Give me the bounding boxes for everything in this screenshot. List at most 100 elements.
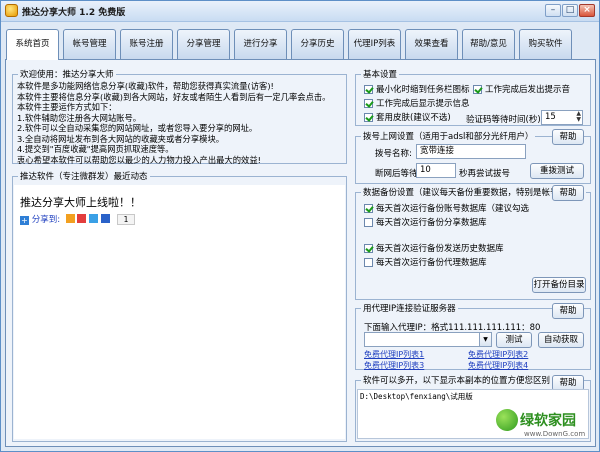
proxy-auto-button[interactable]: 自动获取 — [538, 332, 584, 348]
welcome-line: 本软件主要将信息分享(收藏)到各大网站，好友或者陌生人看到后有一定几率会点击。 — [17, 91, 331, 102]
tab-help[interactable]: 帮助/意见 — [462, 29, 515, 59]
app-icon — [5, 4, 18, 17]
welcome-line: 本软件主要运作方式如下： — [17, 102, 117, 112]
watermark-brand: 绿软家园 — [520, 413, 576, 429]
opt-label: 套用皮肤(建议不选) — [376, 113, 451, 123]
wait-suffix: 秒再尝试拔号 — [459, 169, 511, 179]
tab-account-manage[interactable]: 帐号管理 — [63, 29, 116, 59]
proxy-link-2[interactable]: 免费代理IP列表2 — [468, 349, 528, 360]
title-bar[interactable]: 推达分享大师 1.2 免费版 – □ × — [1, 1, 599, 22]
tab-share-manage[interactable]: 分享管理 — [177, 29, 230, 59]
proxy-title: 用代理IP连接验证服务器 — [361, 302, 458, 314]
renren-icon[interactable] — [100, 214, 110, 223]
leaf-logo-icon — [496, 409, 518, 431]
redial-test-button[interactable]: 重拨测试 — [530, 163, 584, 179]
backup-group: 数据备份设置（建议每天备份重要数据，特别是帐号数据） 帮助 每天首次运行备份账号… — [355, 185, 591, 300]
proxy-link-4[interactable]: 免费代理IP列表4 — [468, 360, 528, 371]
welcome-line: 本软件是多功能网络信息分享(收藏)软件，帮助您获得真实流量(访客)! — [17, 81, 274, 91]
welcome-line: 3.全自动将网址发布到各大网站的收藏夹或者分享模块。 — [17, 133, 225, 144]
news-headline: 推达分享大师上线啦！！ — [20, 196, 141, 209]
dial-name-label: 拨号名称: — [375, 149, 412, 159]
checkbox-icon[interactable] — [364, 99, 373, 108]
backup-proxies[interactable]: 每天首次运行备份代理数据库 — [364, 258, 487, 268]
opt-label: 工作完成后显示提示信息 — [376, 99, 470, 109]
proxy-input[interactable]: ▼ — [364, 332, 492, 347]
spinner-value: 15 — [545, 112, 556, 122]
checkbox-icon[interactable] — [364, 218, 373, 227]
proxy-link-1[interactable]: 免费代理IP列表1 — [364, 349, 424, 360]
opt-label: 每天首次运行备份分享数据库 — [376, 218, 487, 228]
share-plus-icon[interactable]: + — [20, 216, 29, 225]
opt-label: 工作完成后发出提示音 — [485, 85, 571, 95]
opt-label: 最小化时缩到任务栏图标 — [376, 85, 470, 95]
wait-label: 断网后等待 — [375, 169, 418, 179]
home-panel: 欢迎使用：推达分享大师 本软件是多功能网络信息分享(收藏)软件，帮助您获得真实流… — [5, 59, 596, 447]
backup-help-button[interactable]: 帮助 — [552, 185, 584, 201]
share-count: 1 — [116, 214, 136, 225]
main-tabs: 系统首页 帐号管理 账号注册 分享管理 进行分享 分享历史 代理IP列表 效果查… — [5, 29, 597, 60]
window-title: 推达分享大师 1.2 免费版 — [22, 8, 126, 18]
news-content: 推达分享大师上线啦！！ + 分享到: 1 — [14, 185, 345, 439]
tencent-weibo-icon[interactable] — [89, 214, 99, 223]
checkbox-icon[interactable] — [364, 85, 373, 94]
wait-seconds-input[interactable]: 10 — [416, 163, 456, 178]
welcome-line: 1.软件辅助您注册各大网站账号。 — [17, 112, 142, 123]
path-title: 软件可以多开，以下显示本副本的位置方便您区别 — [361, 374, 553, 386]
news-title: 推达软件（专注微群发）最近动态 — [18, 170, 150, 182]
dropdown-arrow-icon[interactable]: ▼ — [479, 333, 491, 346]
opt-minimize-tray[interactable]: 最小化时缩到任务栏图标 — [364, 85, 470, 95]
backup-shares[interactable]: 每天首次运行备份分享数据库 — [364, 218, 487, 228]
watermark-url: www.DownG.com — [524, 430, 586, 438]
tab-home[interactable]: 系统首页 — [6, 29, 59, 60]
share-label[interactable]: 分享到: — [32, 215, 60, 225]
checkbox-icon[interactable] — [364, 258, 373, 267]
welcome-line: 2.软件可以全自动采集您的网站网址，或者您导入要分享的网址。 — [17, 123, 258, 133]
proxy-link-3[interactable]: 免费代理IP列表3 — [364, 360, 424, 371]
welcome-title: 欢迎使用：推达分享大师 — [18, 68, 116, 80]
minimize-button[interactable]: – — [545, 4, 561, 17]
basic-settings-group: 基本设置 最小化时缩到任务栏图标 工作完成后发出提示音 工作完成后显示提示信息 … — [355, 68, 591, 126]
backup-accounts[interactable]: 每天首次运行备份账号数据库（建议勾选 — [364, 204, 529, 214]
open-backup-folder-button[interactable]: 打开备份目录 — [532, 277, 586, 293]
welcome-group: 欢迎使用：推达分享大师 本软件是多功能网络信息分享(收藏)软件，帮助您获得真实流… — [12, 68, 347, 165]
captcha-timeout-label: 验证码等待时间(秒) — [466, 115, 541, 125]
proxy-help-button[interactable]: 帮助 — [552, 303, 584, 319]
tab-share-history[interactable]: 分享历史 — [291, 29, 344, 59]
tab-buy[interactable]: 购买软件 — [519, 29, 572, 59]
opt-label: 每天首次运行备份发送历史数据库 — [376, 244, 504, 254]
captcha-timeout-spinner[interactable]: 15 ▲ ▼ — [541, 110, 583, 125]
basic-settings-title: 基本设置 — [361, 68, 400, 80]
dialup-help-button[interactable]: 帮助 — [552, 129, 584, 145]
dialup-group: 拨号上网设置（适用于adsl和部分光纤用户） 帮助 拨号名称: 宽带连接 断网后… — [355, 129, 591, 184]
welcome-line: 衷心希望本软件可以帮助您以最少的人力物力投入产出最大的效益! — [17, 154, 261, 165]
proxy-test-button[interactable]: 测试 — [496, 332, 532, 348]
watermark: 绿软家园 www.DownG.com — [496, 409, 596, 447]
opt-skin[interactable]: 套用皮肤(建议不选) — [364, 113, 451, 123]
spinner-arrows-icon[interactable]: ▲ ▼ — [576, 111, 581, 123]
opt-show-message[interactable]: 工作完成后显示提示信息 — [364, 99, 470, 109]
checkbox-icon[interactable] — [364, 113, 373, 122]
share-bar: + 分享到: 1 — [20, 213, 136, 225]
checkbox-icon[interactable] — [473, 85, 482, 94]
opt-label: 每天首次运行备份账号数据库（建议勾选 — [376, 204, 530, 214]
tab-account-register[interactable]: 账号注册 — [120, 29, 173, 59]
welcome-text: 本软件是多功能网络信息分享(收藏)软件，帮助您获得真实流量(访客)! 本软件主要… — [17, 81, 330, 165]
dialup-title: 拨号上网设置（适用于adsl和部分光纤用户） — [361, 130, 536, 142]
opt-sound[interactable]: 工作完成后发出提示音 — [473, 85, 570, 95]
tab-do-share[interactable]: 进行分享 — [234, 29, 287, 59]
path-value: D:\Desktop\fenxiang\试用版 — [360, 392, 473, 401]
weibo-icon[interactable] — [77, 214, 87, 223]
app-window: 推达分享大师 1.2 免费版 – □ × 系统首页 帐号管理 账号注册 分享管理… — [0, 0, 600, 452]
tab-proxy-list[interactable]: 代理IP列表 — [348, 29, 401, 59]
checkbox-icon[interactable] — [364, 204, 373, 213]
checkbox-icon[interactable] — [364, 244, 373, 253]
news-group: 推达软件（专注微群发）最近动态 推达分享大师上线啦！！ + 分享到: 1 — [12, 170, 347, 442]
maximize-button[interactable]: □ — [562, 4, 578, 17]
opt-label: 每天首次运行备份代理数据库 — [376, 258, 487, 268]
close-button[interactable]: × — [579, 4, 595, 17]
tab-effect[interactable]: 效果查看 — [405, 29, 458, 59]
proxy-group: 用代理IP连接验证服务器 帮助 下面输入代理IP：格式111.111.111.1… — [355, 302, 591, 371]
backup-history[interactable]: 每天首次运行备份发送历史数据库 — [364, 244, 504, 254]
qzone-icon[interactable] — [65, 214, 75, 223]
dial-name-input[interactable]: 宽带连接 — [416, 144, 526, 159]
